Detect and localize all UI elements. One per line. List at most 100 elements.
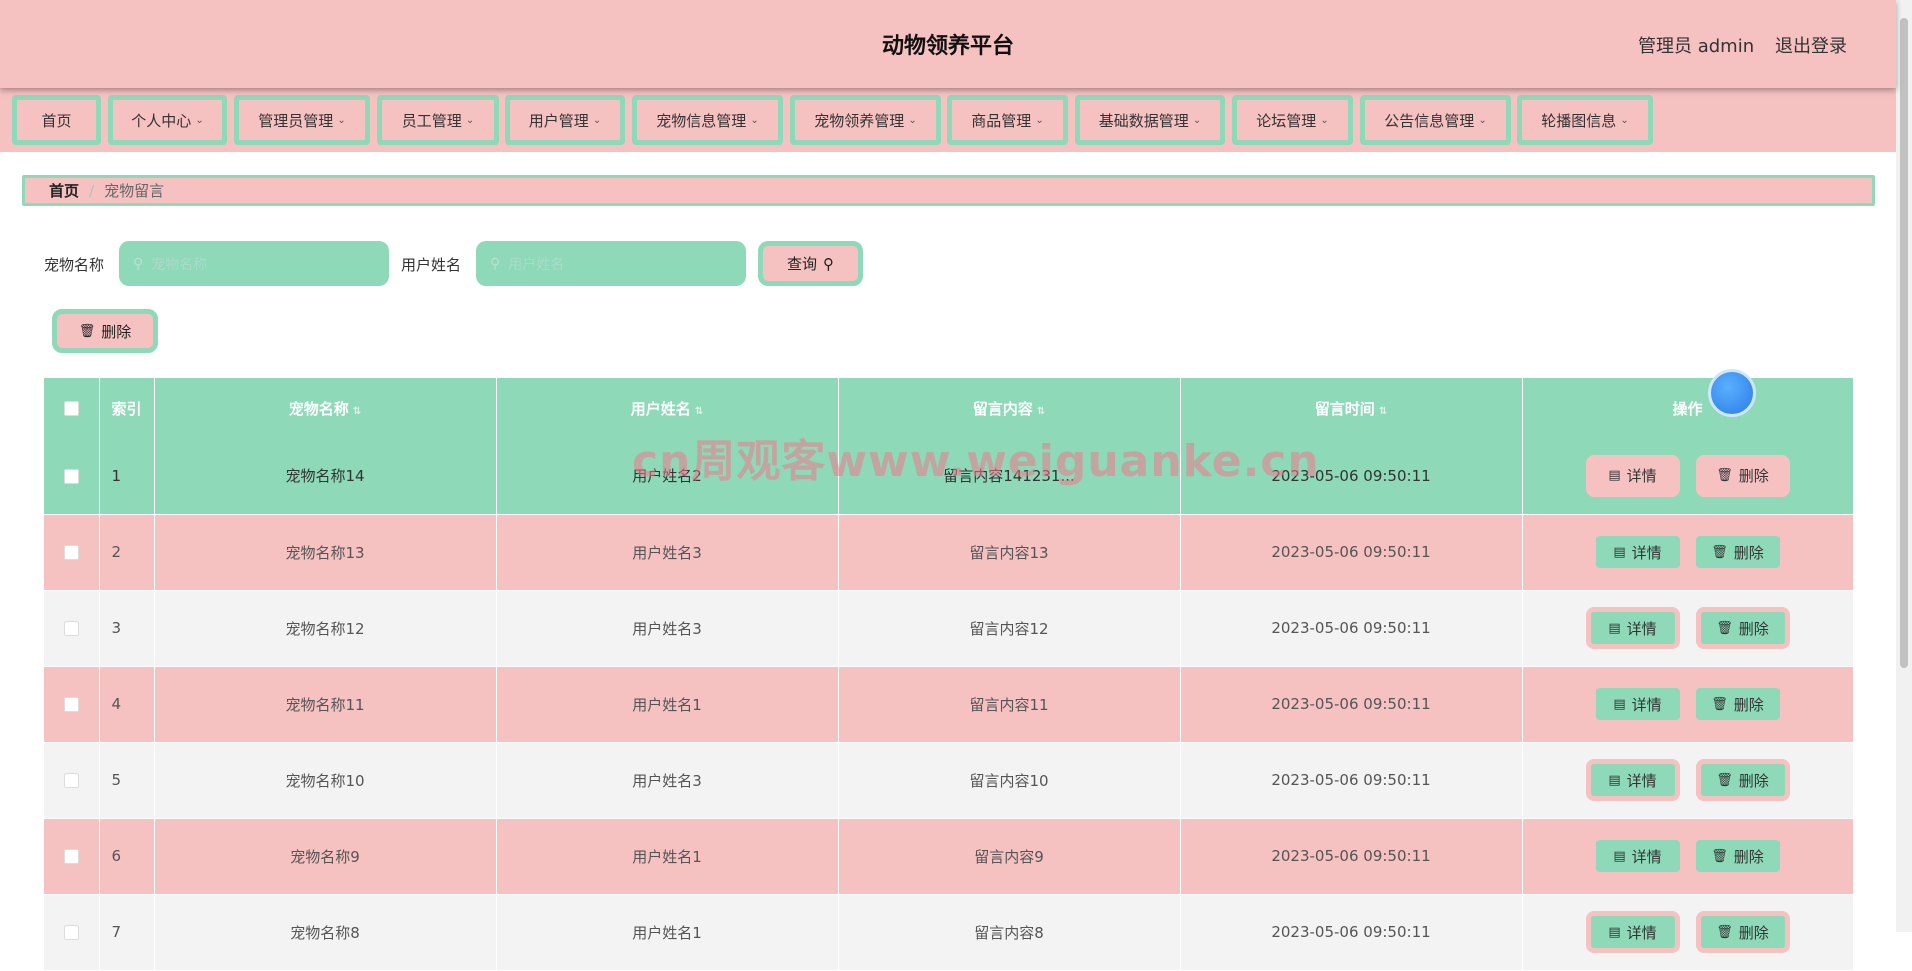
nav-item-users[interactable]: 用户管理 ⌄ — [505, 95, 625, 145]
trash-icon: 🗑 — [1711, 696, 1728, 712]
search-icon: ⚲ — [133, 255, 144, 272]
cell-time: 2023-05-06 09:50:11 — [1180, 818, 1523, 895]
delete-button[interactable]: 🗑 删除 — [1695, 536, 1780, 568]
row-checkbox[interactable] — [63, 697, 79, 712]
nav-item-profile[interactable]: 个人中心 ⌄ — [108, 95, 227, 145]
cell-user-name: 用户姓名3 — [496, 590, 839, 667]
row-select-cell — [44, 742, 100, 819]
detail-button[interactable]: ▤ 详情 — [1585, 759, 1680, 801]
nav-item-base-data[interactable]: 基础数据管理 ⌄ — [1075, 95, 1225, 145]
cell-pet-name: 宠物名称14 — [154, 438, 497, 515]
table-row: 5 宠物名称10 用户姓名3 留言内容10 2023-05-06 09:50:1… — [44, 742, 1854, 819]
document-icon: ▤ — [1608, 468, 1621, 484]
cell-content: 留言内容13 — [838, 514, 1181, 591]
delete-label: 删除 — [1733, 695, 1764, 714]
user-name-input[interactable]: ⚲ 用户姓名 — [476, 241, 746, 286]
delete-button[interactable]: 🗑 删除 — [1695, 840, 1780, 872]
vertical-scrollbar[interactable] — [1896, 0, 1912, 932]
row-select-cell — [44, 514, 100, 591]
nav-item-admin[interactable]: 管理员管理 ⌄ — [234, 95, 370, 145]
select-all-checkbox[interactable] — [63, 401, 79, 416]
table-row: 1 宠物名称14 用户姓名2 留言内容141231... 2023-05-06 … — [44, 438, 1854, 515]
cell-pet-name: 宠物名称11 — [154, 666, 497, 743]
detail-button[interactable]: ▤ 详情 — [1585, 911, 1680, 953]
sort-icon: ⇅ — [352, 405, 362, 417]
nav-item-adoption[interactable]: 宠物领养管理 ⌄ — [790, 95, 941, 145]
pet-name-input[interactable]: ⚲ 宠物名称 — [119, 241, 389, 286]
query-button[interactable]: 查询 ⚲ — [758, 241, 863, 286]
delete-button[interactable]: 🗑 删除 — [1695, 607, 1790, 649]
top-nav: 首页 个人中心 ⌄ 管理员管理 ⌄ 员工管理 ⌄ 用户管理 ⌄ 宠物信息管理 ⌄ 宠物领养… — [0, 88, 1896, 152]
table-header-row: 索引 宠物名称 ⇅ 用户姓名 ⇅ 留言内容 ⇅ 留言时间 ⇅ 操作 — [44, 378, 1854, 438]
delete-button[interactable]: 🗑 删除 — [1695, 454, 1790, 497]
chevron-down-icon: ⌄ — [195, 114, 204, 126]
nav-item-label: 员工管理 — [401, 111, 462, 130]
detail-button[interactable]: ▤ 详情 — [1585, 607, 1680, 649]
cell-ops: ▤ 详情 🗑 删除 — [1522, 894, 1854, 971]
nav-item-label: 商品管理 — [971, 111, 1032, 130]
header-time[interactable]: 留言时间 ⇅ — [1180, 378, 1523, 438]
delete-label: 删除 — [1738, 771, 1769, 790]
cell-user-name: 用户姓名3 — [496, 742, 839, 819]
scrollbar-thumb[interactable] — [1900, 18, 1908, 668]
row-checkbox[interactable] — [63, 621, 79, 636]
chevron-down-icon: ⌄ — [1035, 114, 1044, 126]
table-row: 2 宠物名称13 用户姓名3 留言内容13 2023-05-06 09:50:1… — [44, 514, 1854, 591]
nav-item-notices[interactable]: 公告信息管理 ⌄ — [1360, 95, 1511, 145]
detail-button[interactable]: ▤ 详情 — [1585, 454, 1680, 497]
cell-ops: ▤ 详情 🗑 删除 — [1522, 742, 1854, 819]
trash-icon: 🗑 — [1711, 848, 1728, 864]
nav-item-label: 基础数据管理 — [1098, 111, 1189, 130]
document-icon: ▤ — [1613, 544, 1626, 560]
document-icon: ▤ — [1608, 924, 1621, 940]
detail-label: 详情 — [1626, 619, 1657, 638]
delete-label: 删除 — [1738, 619, 1769, 638]
delete-button[interactable]: 🗑 删除 — [1695, 911, 1790, 953]
nav-item-pet-info[interactable]: 宠物信息管理 ⌄ — [632, 95, 783, 145]
delete-label: 删除 — [1738, 467, 1769, 486]
detail-button[interactable]: ▤ 详情 — [1595, 536, 1680, 568]
sort-icon: ⇅ — [1378, 405, 1388, 417]
nav-item-forum[interactable]: 论坛管理 ⌄ — [1232, 95, 1353, 145]
cell-ops: ▤ 详情 🗑 删除 — [1522, 818, 1854, 895]
cell-pet-name: 宠物名称13 — [154, 514, 497, 591]
sort-icon: ⇅ — [694, 405, 704, 417]
nav-item-products[interactable]: 商品管理 ⌄ — [947, 95, 1068, 145]
row-checkbox[interactable] — [63, 849, 79, 864]
cell-ops: ▤ 详情 🗑 删除 — [1522, 590, 1854, 667]
breadcrumb: 首页 / 宠物留言 — [22, 175, 1875, 206]
floating-assistant-button[interactable] — [1708, 369, 1756, 417]
header-pet-name[interactable]: 宠物名称 ⇅ — [154, 378, 497, 438]
detail-button[interactable]: ▤ 详情 — [1595, 688, 1680, 720]
cell-index: 6 — [99, 818, 155, 895]
row-checkbox[interactable] — [63, 545, 79, 560]
breadcrumb-home[interactable]: 首页 — [49, 180, 79, 201]
detail-label: 详情 — [1631, 695, 1662, 714]
cell-user-name: 用户姓名1 — [496, 818, 839, 895]
cell-index: 4 — [99, 666, 155, 743]
batch-delete-button[interactable]: 🗑 删除 — [52, 309, 158, 353]
nav-item-staff[interactable]: 员工管理 ⌄ — [377, 95, 499, 145]
header: 动物领养平台 管理员 admin 退出登录 — [0, 0, 1896, 88]
header-user-name[interactable]: 用户姓名 ⇅ — [496, 378, 839, 438]
row-checkbox[interactable] — [63, 925, 79, 940]
row-checkbox[interactable] — [63, 773, 79, 788]
nav-item-label: 首页 — [41, 111, 72, 130]
delete-button[interactable]: 🗑 删除 — [1695, 688, 1780, 720]
detail-button[interactable]: ▤ 详情 — [1595, 840, 1680, 872]
row-checkbox[interactable] — [63, 468, 79, 484]
delete-button[interactable]: 🗑 删除 — [1695, 759, 1790, 801]
cell-pet-name: 宠物名称9 — [154, 818, 497, 895]
detail-label: 详情 — [1626, 771, 1657, 790]
header-content[interactable]: 留言内容 ⇅ — [838, 378, 1181, 438]
nav-item-home[interactable]: 首页 — [12, 95, 101, 145]
header-ops: 操作 — [1522, 378, 1854, 438]
trash-icon: 🗑 — [1716, 468, 1733, 484]
nav-item-carousel[interactable]: 轮播图信息 ⌄ — [1517, 95, 1653, 145]
logout-link[interactable]: 退出登录 — [1775, 32, 1847, 58]
header-label: 宠物名称 — [288, 399, 349, 418]
search-icon: ⚲ — [490, 255, 501, 272]
cell-user-name: 用户姓名3 — [496, 514, 839, 591]
nav-item-label: 宠物信息管理 — [656, 111, 747, 130]
trash-icon: 🗑 — [78, 323, 96, 339]
